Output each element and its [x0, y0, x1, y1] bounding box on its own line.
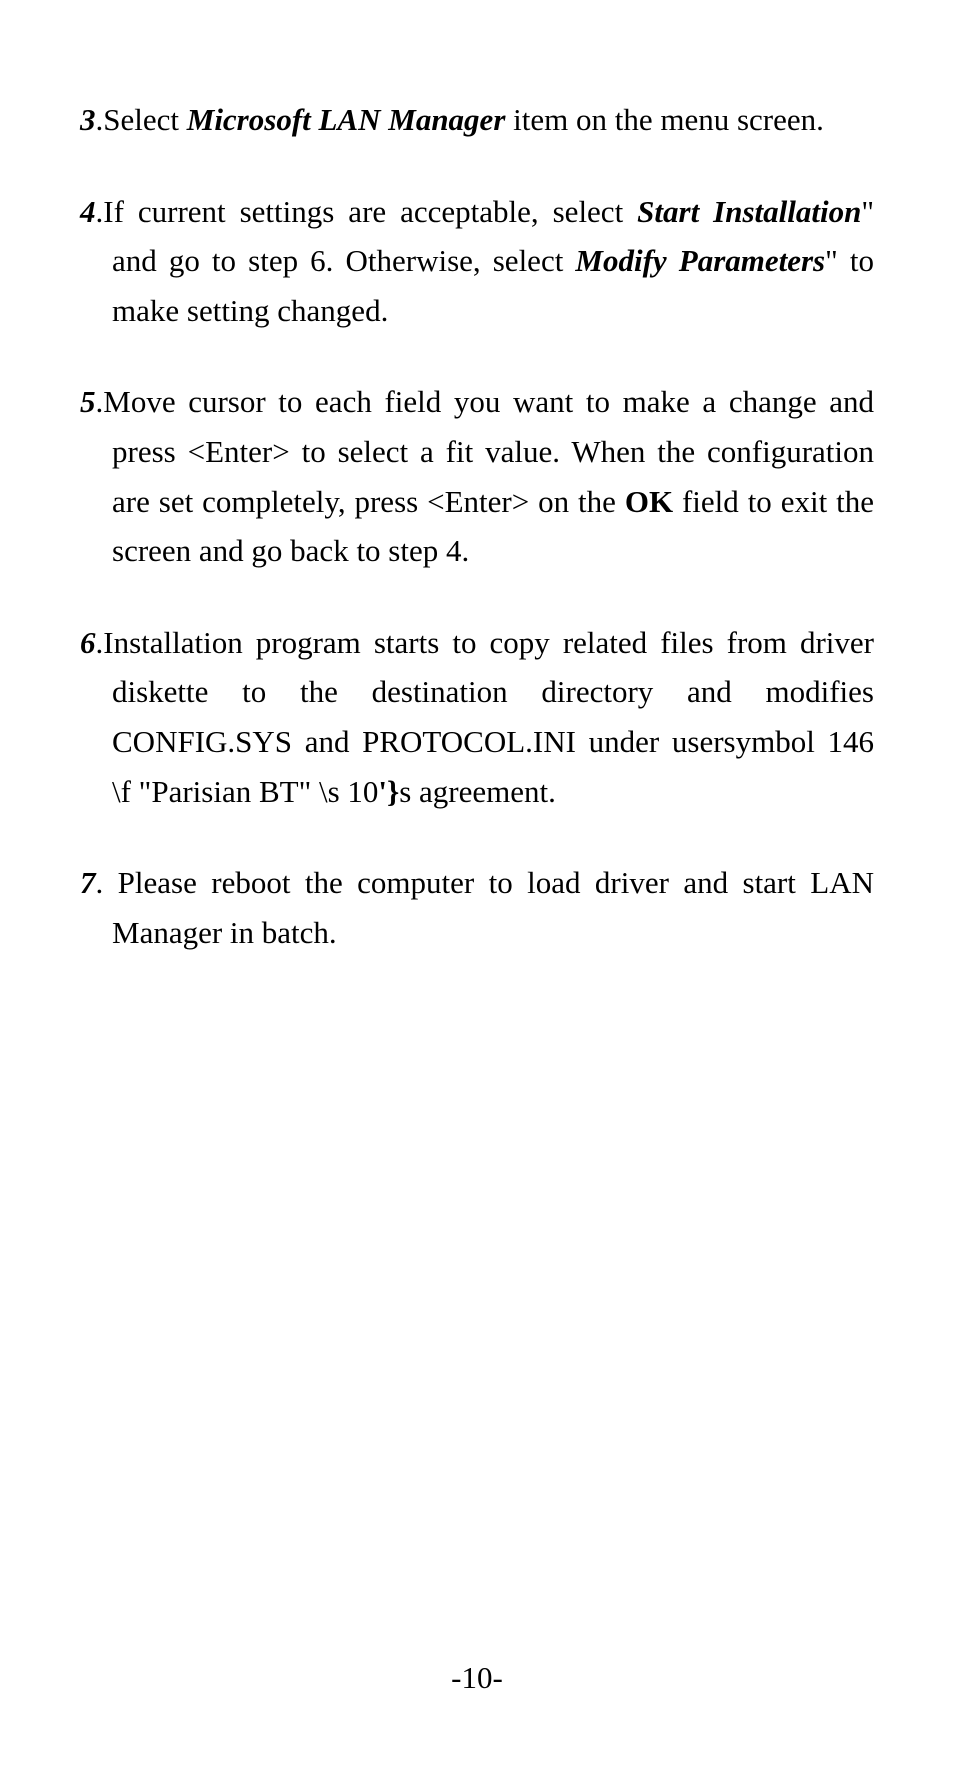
item-text: s agreement.: [399, 774, 556, 809]
emphasis-text: '}: [378, 774, 399, 809]
item-number: 4: [80, 194, 96, 229]
item-text: . Please reboot the computer to load dri…: [96, 865, 875, 950]
item-text: .If current settings are acceptable, sel…: [96, 194, 638, 229]
item-text: item on the menu screen.: [505, 102, 824, 137]
item-number: 3: [80, 102, 96, 137]
item-text: .Select: [96, 102, 187, 137]
emphasis-text: Microsoft LAN Manager: [187, 102, 506, 137]
page-number: -10-: [0, 1660, 954, 1696]
list-item-6: 6.Installation program starts to copy re…: [80, 618, 874, 816]
emphasis-text: Modify Parameters: [575, 243, 825, 278]
item-number: 6: [80, 625, 96, 660]
list-item-7: 7. Please reboot the computer to load dr…: [80, 858, 874, 957]
list-item-3: 3.Select Microsoft LAN Manager item on t…: [80, 95, 874, 145]
list-item-5: 5.Move cursor to each field you want to …: [80, 377, 874, 575]
item-number: 5: [80, 384, 96, 419]
document-content: 3.Select Microsoft LAN Manager item on t…: [80, 95, 874, 957]
emphasis-text: Start Installation: [637, 194, 861, 229]
list-item-4: 4.If current settings are acceptable, se…: [80, 187, 874, 336]
item-number: 7: [80, 865, 96, 900]
emphasis-text: OK: [625, 484, 673, 519]
